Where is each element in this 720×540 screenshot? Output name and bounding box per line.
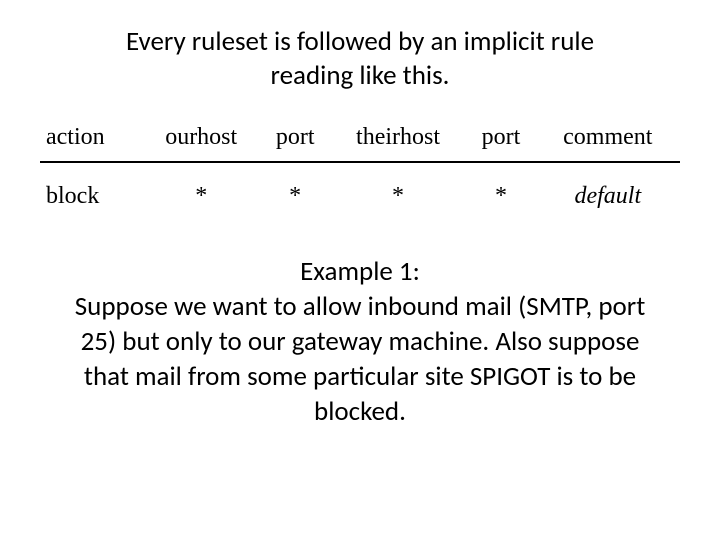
col-action: action: [40, 118, 142, 162]
cell-comment: default: [536, 162, 680, 214]
col-ourhost: ourhost: [142, 118, 261, 162]
table-header-row: action ourhost port theirhost port comme…: [40, 118, 680, 162]
col-port1: port: [261, 118, 330, 162]
example-title: Example 1:: [300, 255, 420, 288]
intro-text: Every ruleset is followed by an implicit…: [80, 25, 640, 93]
cell-theirhost: *: [330, 162, 467, 214]
example-body: Suppose we want to allow inbound mail (S…: [75, 290, 646, 428]
cell-action: block: [40, 162, 142, 214]
col-theirhost: theirhost: [330, 118, 467, 162]
intro-line-1: Every ruleset is followed by an implicit…: [126, 25, 594, 58]
rule-table: action ourhost port theirhost port comme…: [40, 118, 680, 214]
intro-line-2: reading like this.: [271, 59, 450, 92]
cell-port1: *: [261, 162, 330, 214]
example-text: Example 1: Suppose we want to allow inbo…: [70, 254, 650, 429]
col-port2: port: [466, 118, 535, 162]
cell-port2: *: [466, 162, 535, 214]
table-row: block * * * * default: [40, 162, 680, 214]
col-comment: comment: [536, 118, 680, 162]
cell-ourhost: *: [142, 162, 261, 214]
